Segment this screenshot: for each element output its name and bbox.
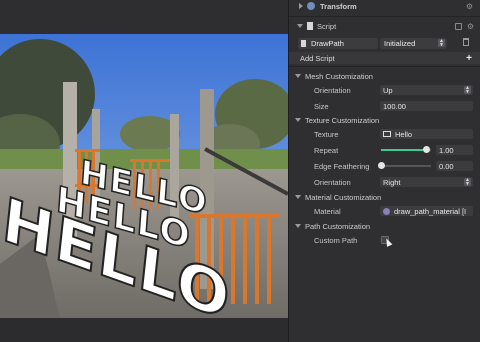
texture-orientation-row: Orientation Right ▲ ▼ (289, 176, 480, 188)
trash-icon[interactable] (463, 38, 469, 46)
script-section-header[interactable]: Script ⚙ (289, 20, 480, 32)
material-header: Material Customization (305, 192, 382, 202)
script-file-icon (301, 39, 306, 47)
mesh-header: Mesh Customization (305, 71, 373, 81)
feather-label: Edge Feathering (314, 161, 370, 171)
repeat-value: 1.00 (439, 145, 454, 155)
updown-chevron-icon: ▲ ▼ (438, 37, 445, 48)
texture-orientation-value: Right (383, 177, 401, 187)
repeat-label: Repeat (314, 145, 339, 155)
texture-row: Texture Hello (289, 128, 480, 140)
add-script-button[interactable]: Add Script + (289, 52, 480, 64)
texture-repeat-row: Repeat 1.00 (289, 144, 480, 156)
mesh-size-input[interactable]: 100.00 (380, 101, 473, 111)
script-asset-field[interactable]: DrawPath (298, 37, 378, 49)
path-header: Path Customization (305, 221, 371, 231)
mesh-section-header[interactable]: Mesh Customization (289, 70, 480, 82)
mesh-size-row: Size 100.00 (289, 100, 480, 112)
texture-value: Hello (395, 129, 413, 139)
expand-arrow-icon[interactable] (297, 24, 303, 28)
texture-asset-field[interactable]: Hello (380, 129, 473, 139)
material-asset-field[interactable]: draw_path_material [I (380, 206, 473, 216)
repeat-input[interactable]: 1.00 (436, 145, 473, 155)
camera-preview[interactable]: HELLO HELLO HELLO (0, 34, 288, 318)
path-section-header[interactable]: Path Customization (289, 220, 480, 232)
mesh-size-value: 100.00 (383, 101, 406, 111)
texture-section-header[interactable]: Texture Customization (289, 114, 480, 126)
texture-orientation-label: Orientation (314, 177, 351, 187)
inspector-panel: Transform ⚙ Script ⚙ DrawPath Initialize… (288, 0, 480, 342)
material-row: Material draw_path_material [I (289, 205, 480, 217)
repeat-slider[interactable] (381, 146, 431, 153)
material-section-header[interactable]: Material Customization (289, 191, 480, 203)
gear-icon[interactable]: ⚙ (466, 2, 473, 11)
feather-slider[interactable] (378, 162, 431, 169)
mesh-orientation-row: Orientation Up ▲ ▼ (289, 84, 480, 96)
mesh-orientation-select[interactable]: Up ▲ ▼ (380, 85, 473, 95)
repeat-slider-fill (381, 149, 426, 151)
checkbox-icon[interactable] (455, 22, 462, 30)
mouse-cursor-icon (383, 237, 393, 247)
preview-footer (0, 318, 288, 342)
edge-feathering-row: Edge Feathering 0.00 (289, 160, 480, 172)
texture-orientation-select[interactable]: Right ▲ ▼ (380, 177, 473, 187)
script-state-select[interactable]: Initialized ▲ ▼ (380, 37, 447, 49)
feather-value: 0.00 (439, 161, 454, 171)
gear-icon[interactable]: ⚙ (467, 22, 474, 31)
mesh-orientation-value: Up (383, 85, 393, 95)
image-icon (383, 131, 391, 137)
custom-path-label: Custom Path (314, 235, 358, 245)
script-label: Script (317, 21, 337, 31)
transform-section-header[interactable]: Transform ⚙ (289, 0, 480, 12)
expand-arrow-icon[interactable] (295, 224, 301, 228)
script-file-icon (307, 22, 313, 30)
updown-chevron-icon: ▲ ▼ (464, 177, 471, 187)
mesh-size-label: Size (314, 101, 329, 111)
expand-arrow-icon[interactable] (295, 195, 301, 199)
transform-label: Transform (320, 1, 357, 11)
expand-arrow-icon[interactable] (295, 118, 301, 122)
texture-label: Texture (314, 129, 339, 139)
collapse-arrow-icon[interactable] (299, 3, 303, 9)
material-label: Material (314, 206, 341, 216)
plus-icon[interactable]: + (466, 53, 472, 64)
script-state-value: Initialized (384, 38, 416, 48)
feather-slider-knob[interactable] (378, 162, 385, 169)
custom-path-row: Custom Path (289, 234, 480, 247)
material-sphere-icon (383, 207, 390, 215)
feather-input[interactable]: 0.00 (436, 161, 473, 171)
mesh-orientation-label: Orientation (314, 85, 351, 95)
updown-chevron-icon: ▲ ▼ (464, 85, 471, 95)
material-value: draw_path_material [I (394, 206, 467, 216)
script-name: DrawPath (311, 38, 344, 48)
add-script-label: Add Script (300, 53, 335, 63)
expand-arrow-icon[interactable] (295, 74, 301, 78)
transform-icon (307, 2, 315, 10)
repeat-slider-knob[interactable] (423, 146, 430, 153)
preview-panel: HELLO HELLO HELLO (0, 0, 288, 342)
script-asset-row: DrawPath Initialized ▲ ▼ (289, 37, 480, 49)
texture-header: Texture Customization (305, 115, 380, 125)
